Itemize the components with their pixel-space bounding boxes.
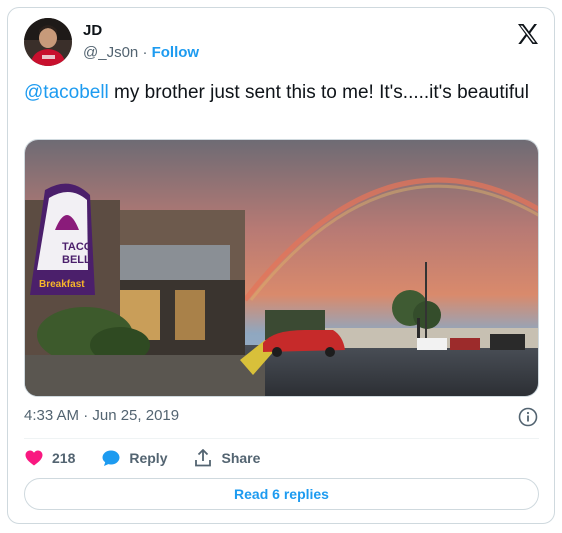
reply-label: Reply (129, 450, 168, 466)
share-icon (195, 449, 212, 467)
action-bar: 218 Reply Share (24, 447, 286, 469)
separator: · (142, 44, 148, 61)
like-count: 218 (52, 450, 76, 466)
author-name[interactable]: JD (83, 22, 102, 40)
tweet-card: JD @_Js0n · Follow @tacobell my brother … (7, 7, 555, 524)
tweet-body: my brother just sent this to me! It's...… (108, 82, 529, 103)
tweet-text: @tacobell my brother just sent this to m… (24, 80, 534, 105)
share-button[interactable]: Share (193, 448, 260, 468)
divider (24, 438, 539, 439)
like-button[interactable]: 218 (24, 448, 75, 468)
author-handle-row: @_Js0n · Follow (83, 44, 199, 62)
heart-icon (25, 450, 43, 466)
avatar[interactable] (24, 18, 72, 66)
follow-button[interactable]: Follow (152, 44, 200, 61)
sign-line-1: TACO (62, 241, 93, 253)
x-logo-icon[interactable] (516, 22, 540, 46)
reply-bubble-icon (102, 450, 120, 466)
reply-button[interactable]: Reply (101, 448, 167, 468)
tweet-photo[interactable]: TACO BELL Breakfast (24, 139, 539, 397)
sign-banner: Breakfast (39, 279, 85, 290)
share-label: Share (221, 450, 261, 466)
author-handle[interactable]: @_Js0n (83, 44, 138, 61)
info-icon[interactable] (518, 407, 538, 427)
tweet-timestamp[interactable]: 4:33 AM · Jun 25, 2019 (24, 407, 179, 425)
mention-link[interactable]: @tacobell (24, 82, 109, 103)
read-replies-button[interactable]: Read 6 replies (24, 478, 539, 510)
sign-line-2: BELL (62, 254, 91, 266)
